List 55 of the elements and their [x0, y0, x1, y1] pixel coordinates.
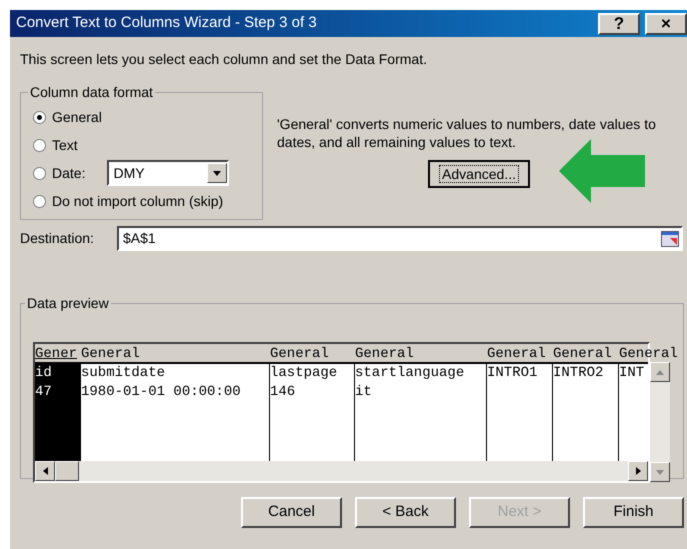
- vertical-scrollbar[interactable]: [650, 362, 670, 482]
- horizontal-scrollbar[interactable]: [35, 461, 648, 481]
- column-format-header[interactable]: Gener: [35, 344, 81, 362]
- close-button[interactable]: ×: [645, 12, 687, 34]
- group-title: Column data format: [29, 83, 154, 102]
- radio-button[interactable]: [33, 166, 46, 180]
- advanced-button[interactable]: Advanced...: [428, 160, 530, 188]
- group-title: Data preview: [26, 294, 110, 313]
- column-format-header[interactable]: General: [487, 344, 553, 362]
- radio-label: General: [52, 108, 102, 126]
- radio-button[interactable]: [33, 110, 46, 124]
- preview-cell-text: INT: [619, 364, 646, 383]
- preview-cell-text: INTRO1: [487, 364, 538, 383]
- preview-column[interactable]: id 47: [35, 364, 81, 461]
- radio-label: Do not import column (skip): [52, 192, 224, 211]
- destination-field[interactable]: $A$1: [117, 226, 683, 251]
- scroll-down-icon[interactable]: [650, 462, 670, 482]
- dialog-button[interactable]: Cancel: [241, 497, 342, 528]
- preview-cell-text: lastpage: [270, 364, 338, 383]
- intro-text: This screen lets you select each column and set the Data Format.: [20, 50, 428, 69]
- preview-cell-text: INTRO2: [553, 364, 604, 383]
- date-format-dropdown[interactable]: DMY: [107, 160, 230, 186]
- radio-label: Text: [52, 136, 78, 154]
- column-format-header[interactable]: General: [81, 344, 270, 362]
- column-format-header[interactable]: General: [553, 344, 619, 362]
- preview-cell-text: 1980-01-01 00:00:00: [81, 383, 242, 402]
- arrow-icon: [559, 139, 645, 203]
- preview-cell-text: id: [35, 364, 53, 383]
- preview-cell-text: submitdate: [81, 364, 166, 383]
- preview-cell-text: 146: [270, 383, 296, 402]
- preview-column[interactable]: startlanguage it: [355, 364, 487, 461]
- window-title: Convert Text to Columns Wizard - Step 3 of 3: [16, 13, 318, 34]
- radio-button[interactable]: [33, 194, 46, 208]
- preview-column[interactable]: INTRO1: [487, 364, 553, 461]
- help-button[interactable]: ?: [598, 12, 640, 34]
- preview-cell-text: startlanguage: [355, 364, 466, 383]
- column-format-header[interactable]: General: [270, 344, 355, 362]
- dialog-button[interactable]: Finish: [583, 497, 684, 528]
- column-format-header[interactable]: General: [619, 344, 678, 362]
- preview-column[interactable]: submitdate 1980-01-01 00:00:00: [81, 364, 270, 461]
- collapse-dialog-icon[interactable]: [661, 230, 679, 246]
- destination-label: Destination:: [20, 229, 95, 248]
- scroll-right-icon[interactable]: [628, 461, 648, 481]
- preview-cell-text: it: [355, 383, 373, 402]
- scroll-up-icon[interactable]: [650, 362, 670, 382]
- preview-cell-text: 47: [35, 383, 53, 402]
- radio-label: Date:: [52, 164, 86, 182]
- scroll-left-icon[interactable]: [35, 461, 55, 481]
- preview-column[interactable]: INTRO2: [553, 364, 619, 461]
- dialog-button[interactable]: < Back: [355, 497, 456, 528]
- preview-column[interactable]: lastpage 146: [270, 364, 355, 461]
- scroll-thumb[interactable]: [55, 461, 79, 481]
- radio-button[interactable]: [33, 138, 46, 152]
- column-format-header[interactable]: General: [355, 344, 487, 362]
- explanation-text: 'General' converts numeric values to numbers, date values to dates, and all remaining values to text.: [277, 115, 657, 151]
